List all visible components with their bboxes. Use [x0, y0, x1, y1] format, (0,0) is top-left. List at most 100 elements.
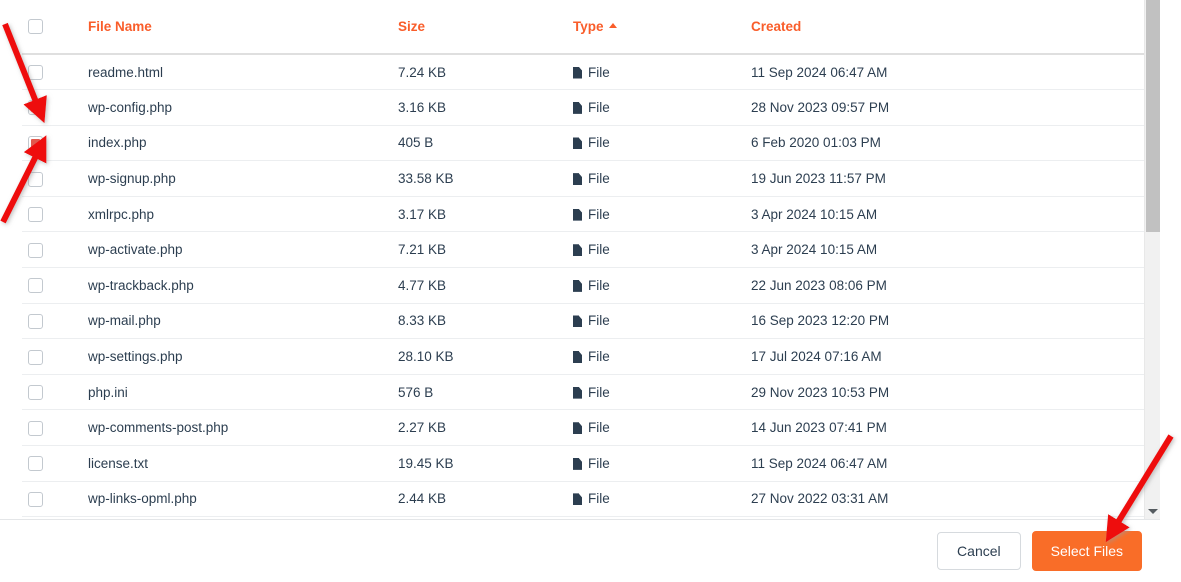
row-checkbox[interactable] [28, 456, 43, 472]
cell-type-label: File [588, 313, 610, 329]
row-checkbox-cell [22, 338, 58, 375]
cell-type: File [573, 160, 751, 197]
row-checkbox-cell [22, 160, 58, 197]
cell-type: File [573, 303, 751, 340]
cell-created: 6 Feb 2020 01:03 PM [751, 125, 1156, 162]
cell-type-label: File [588, 349, 610, 365]
table-row[interactable]: wp-trackback.php 4.77 KB File 22 Jun 2023 0… [22, 267, 1156, 304]
sort-caret-up-icon [608, 23, 617, 28]
file-picker-dialog: File Name Size Type Created readme.html 7… [0, 0, 1181, 582]
row-checkbox[interactable] [28, 65, 43, 81]
cancel-button[interactable]: Cancel [937, 532, 1021, 570]
table-row[interactable]: license.txt 19.45 KB File 11 Sep 2024 06:47… [22, 445, 1156, 482]
cell-created: 11 Sep 2024 06:47 AM [751, 445, 1156, 482]
cell-size: 4.77 KB [398, 267, 573, 304]
cell-type-label: File [588, 99, 610, 115]
cell-size: 7.24 KB [398, 54, 573, 91]
cell-file-name: wp-links-opml.php [58, 481, 398, 518]
file-table-header: File Name Size Type Created [22, 0, 1156, 55]
file-document-icon [573, 137, 582, 149]
table-row[interactable]: wp-activate.php 7.21 KB File 3 Apr 2024 10:… [22, 231, 1156, 269]
select-all-checkbox[interactable] [28, 19, 43, 35]
cell-created: 14 Jun 2023 07:41 PM [751, 409, 1156, 447]
column-header-created-label: Created [751, 19, 802, 34]
cell-type-label: File [588, 491, 610, 507]
row-checkbox[interactable] [28, 385, 43, 401]
scrollbar-thumb[interactable] [1146, 0, 1160, 232]
cell-file-name: wp-comments-post.php [58, 409, 398, 447]
cell-file-name: wp-settings.php [58, 338, 398, 375]
row-checkbox[interactable] [28, 171, 43, 187]
row-checkbox[interactable] [28, 313, 43, 329]
table-row[interactable]: readme.html 7.24 KB File 11 Sep 2024 06:47 … [22, 54, 1156, 91]
row-checkbox[interactable] [28, 349, 43, 365]
cell-file-name: wp-config.php [58, 89, 398, 126]
table-row[interactable]: php.ini 576 B File 29 Nov 2023 10:53 PM [22, 374, 1156, 411]
file-document-icon [573, 67, 582, 79]
table-row[interactable]: xmlrpc.php 3.17 KB File 3 Apr 2024 10:15 AM [22, 196, 1156, 233]
cell-created: 16 Sep 2023 12:20 PM [751, 303, 1156, 340]
cell-file-name: php.ini [58, 374, 398, 411]
table-row[interactable]: wp-links-opml.php 2.44 KB File 27 Nov 2022 … [22, 481, 1156, 518]
cell-created: 17 Jul 2024 07:16 AM [751, 338, 1156, 375]
row-checkbox[interactable] [28, 278, 43, 294]
cell-size: 7.21 KB [398, 231, 573, 269]
row-checkbox[interactable] [28, 100, 43, 116]
cell-size: 33.58 KB [398, 160, 573, 197]
cell-size: 28.10 KB [398, 338, 573, 375]
row-checkbox[interactable] [28, 135, 43, 151]
cell-size: 8.33 KB [398, 303, 573, 340]
cell-file-name: wp-activate.php [58, 231, 398, 269]
cell-created: 28 Nov 2023 09:57 PM [751, 89, 1156, 126]
scrollbar-down-arrow-icon[interactable] [1148, 509, 1158, 514]
row-checkbox-cell [22, 89, 58, 126]
row-checkbox-cell [22, 196, 58, 233]
cell-size: 2.44 KB [398, 481, 573, 518]
cell-created: 27 Nov 2022 03:31 AM [751, 481, 1156, 518]
cell-created: 19 Jun 2023 11:57 PM [751, 160, 1156, 197]
row-checkbox-cell [22, 481, 58, 518]
row-checkbox[interactable] [28, 242, 43, 258]
column-header-type[interactable]: Type [573, 0, 751, 55]
cell-type-label: File [588, 455, 610, 471]
select-files-button[interactable]: Select Files [1031, 531, 1142, 571]
row-checkbox-cell [22, 125, 58, 162]
cell-size: 3.16 KB [398, 89, 573, 126]
cell-type: File [573, 374, 751, 411]
column-header-size[interactable]: Size [398, 0, 573, 55]
header-row: File Name Size Type Created [22, 0, 1156, 55]
cell-type-label: File [588, 384, 610, 400]
file-document-icon [573, 102, 582, 114]
cell-type: File [573, 125, 751, 162]
cell-type-label: File [588, 135, 610, 151]
cell-size: 405 B [398, 125, 573, 162]
row-checkbox[interactable] [28, 491, 43, 507]
table-row[interactable]: wp-settings.php 28.10 KB File 17 Jul 2024 0… [22, 338, 1156, 375]
column-header-file-name-label: File Name [88, 19, 152, 34]
cell-file-name: xmlrpc.php [58, 196, 398, 233]
cell-type: File [573, 267, 751, 304]
file-table-body: readme.html 7.24 KB File 11 Sep 2024 06:47 … [22, 54, 1156, 518]
cell-created: 3 Apr 2024 10:15 AM [751, 196, 1156, 233]
cell-file-name: wp-mail.php [58, 303, 398, 340]
table-row[interactable]: wp-comments-post.php 2.27 KB File 14 Jun 20… [22, 409, 1156, 447]
row-checkbox-cell [22, 445, 58, 482]
row-checkbox-cell [22, 231, 58, 269]
file-document-icon [573, 493, 582, 505]
cell-file-name: license.txt [58, 445, 398, 482]
table-row[interactable]: wp-mail.php 8.33 KB File 16 Sep 2023 12:20 … [22, 303, 1156, 340]
cell-type-label: File [588, 277, 610, 293]
table-row[interactable]: wp-signup.php 33.58 KB File 19 Jun 2023 11:… [22, 160, 1156, 197]
row-checkbox[interactable] [28, 420, 43, 436]
file-document-icon [573, 387, 582, 399]
file-document-icon [573, 209, 582, 221]
column-header-created[interactable]: Created [751, 0, 1156, 55]
vertical-scrollbar[interactable] [1144, 0, 1160, 519]
cell-type-label: File [588, 206, 610, 222]
table-row[interactable]: index.php 405 B File 6 Feb 2020 01:03 PM [22, 125, 1156, 162]
table-row[interactable]: wp-config.php 3.16 KB File 28 Nov 2023 09:5… [22, 89, 1156, 126]
cell-type-label: File [588, 171, 610, 187]
column-header-file-name[interactable]: File Name [58, 0, 398, 55]
cell-type: File [573, 481, 751, 518]
row-checkbox[interactable] [28, 207, 43, 223]
